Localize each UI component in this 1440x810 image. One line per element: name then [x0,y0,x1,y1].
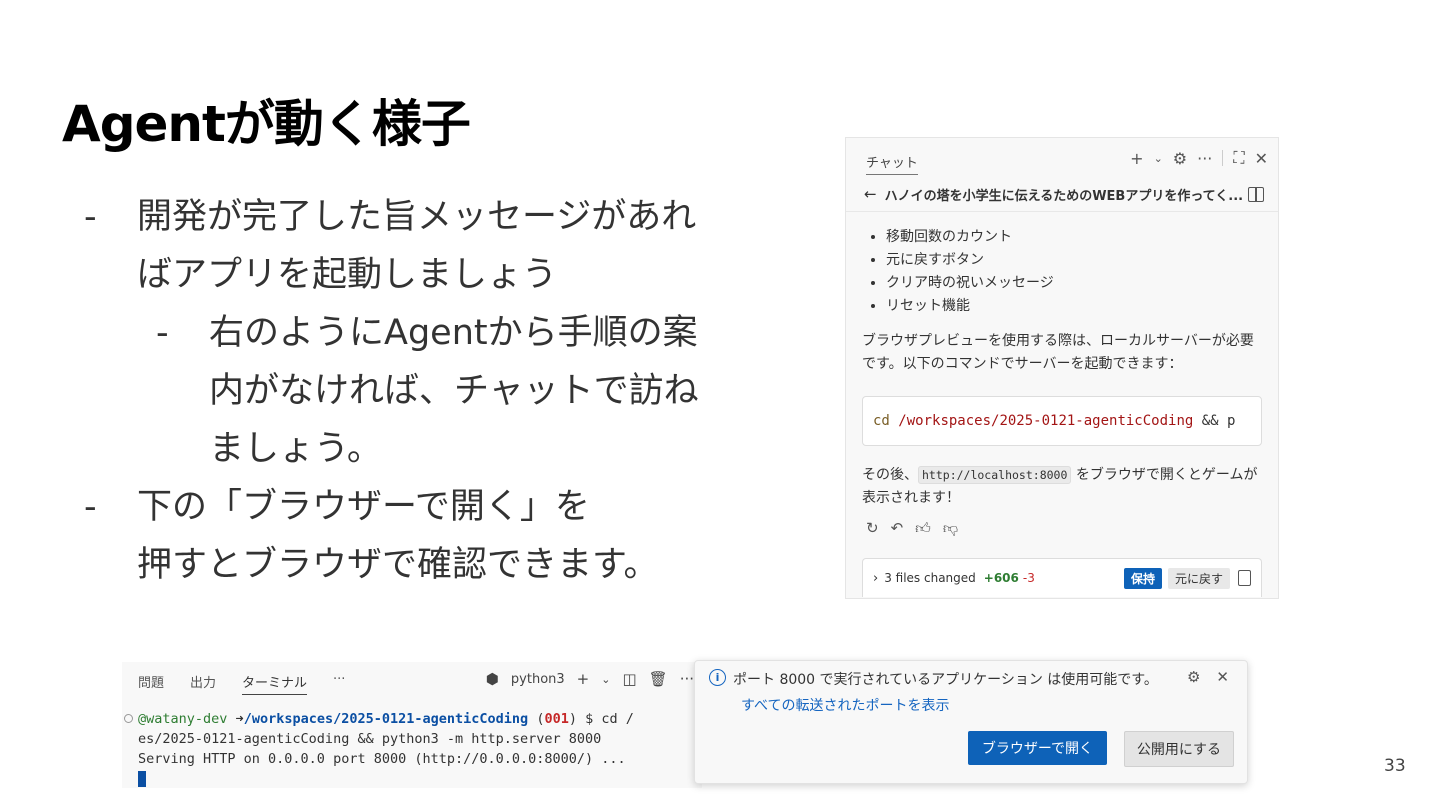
thumbs-up-icon[interactable]: 👍︎ [915,519,931,538]
chat-title-bar: ← ハノイの塔を小学生に伝えるためのWEBアプリを作ってく... [864,183,1264,205]
tab-problems[interactable]: 問題 [138,672,164,695]
lines-added: +606 [983,571,1019,585]
split-terminal-icon[interactable]: ◫ [622,670,636,688]
chat-title: ハノイの塔を小学生に伝えるためのWEBアプリを作ってく... [884,188,1244,204]
list-item: リセット機能 [886,295,1054,318]
terminal-output[interactable]: @watany-dev ➜/workspaces/2025-0121-agent… [138,709,634,788]
bullet-line: ましょう。 [209,429,382,469]
panel-tabs: 問題 出力 ターミナル ··· [138,672,345,695]
prompt-branch-close: ) [568,711,577,727]
document-icon[interactable] [1238,570,1251,586]
page-number: 33 [1384,756,1406,776]
keep-button[interactable]: 保持 [1123,567,1162,589]
divider [1222,150,1224,166]
bullet-line: 下の「ブラウザーで開く」を [137,487,590,527]
notification-message: ポート 8000 で実行されているアプリケーション は使用可能です。すべての転送… [733,667,1173,719]
chat-header: チャット + ⌄ ⚙ ··· ⛶ ✕ [846,138,1278,180]
chat-paragraph: その後、 http://localhost:8000 をブラウザで開くとゲームが表… [862,464,1260,510]
command-status-icon [124,714,133,723]
bullet-line: 押すとブラウザで確認できます。 [137,545,659,585]
bullet-dash: - [84,197,97,237]
code-block[interactable]: cd /workspaces/2025-0121-agenticCoding &… [862,396,1262,446]
more-tabs-icon[interactable]: ··· [333,672,345,695]
info-icon: i [709,669,726,686]
chat-paragraph: ブラウザプレビューを使用する際は、ローカルサーバーが必要です。以下のコマンドでサ… [862,333,1254,372]
plus-icon[interactable]: + [577,670,590,688]
bullet-line: 右のようにAgentから手順の案 [209,313,698,353]
close-icon[interactable]: ✕ [1255,149,1268,168]
close-icon[interactable]: ✕ [1216,668,1229,686]
forwarded-ports-link[interactable]: すべての転送されたポートを表示 [741,698,949,714]
python-icon: ⬢ [485,670,499,688]
tab-chat[interactable]: チャット [866,152,918,175]
gear-icon[interactable]: ⚙ [1173,149,1187,168]
terminal-line: @watany-dev ➜/workspaces/2025-0121-agent… [138,709,634,729]
gear-icon[interactable]: ⚙ [1187,668,1200,686]
files-changed-label: 3 files changed [884,571,976,585]
bullet-line: 内がなければ、チャットで訪ね [209,371,699,411]
port-notification: i ポート 8000 で実行されているアプリケーション は使用可能です。すべての… [694,660,1248,784]
undo-button[interactable]: 元に戻す [1167,567,1230,589]
chevron-down-icon[interactable]: ⌄ [1154,152,1163,165]
undo-icon[interactable]: ↶ [891,519,904,538]
tab-output[interactable]: 出力 [190,672,216,695]
list-item: 元に戻すボタン [886,249,1054,272]
bullet-line: ばアプリを起動しましょう [137,255,558,295]
code-rest: && p [1201,413,1236,429]
bullet-line: 開発が完了した旨メッセージがあれ [137,197,697,237]
tab-terminal[interactable]: ターミナル [242,672,308,695]
prompt-command: $ cd / [585,711,634,727]
lines-removed: -3 [1022,571,1035,585]
more-icon[interactable]: ··· [680,670,694,688]
bullet-item: - 開発が完了した旨メッセージがあれ ばアプリを起動しましょう [84,188,784,304]
terminal-shell-name[interactable]: python3 [511,672,565,687]
open-in-browser-button[interactable]: ブラウザーで開く [967,731,1107,765]
list-item: 移動回数のカウント [886,226,1054,249]
maximize-icon[interactable]: ⛶ [1233,148,1244,168]
split-panel-icon[interactable] [1248,186,1264,202]
trash-icon[interactable]: 🗑︎ [649,670,668,688]
terminal-line [138,769,634,788]
prompt-user: @watany-dev [138,711,228,727]
code-command: cd [873,413,890,429]
terminal-panel: 問題 出力 ターミナル ··· ⬢ python3 + ⌄ ◫ 🗑︎ ··· @… [122,662,702,788]
feedback-toolbar: ↻ ↶ 👍︎ 👎︎ [866,519,958,538]
terminal-cursor [138,771,146,787]
bullet-dash: - [156,313,169,353]
thumbs-down-icon[interactable]: 👎︎ [943,519,958,538]
terminal-line: es/2025-0121-agenticCoding && python3 -m… [138,731,602,747]
chat-text: その後、 [862,467,918,483]
prompt-arrow: ➜ [235,711,244,727]
more-icon[interactable]: ··· [1197,149,1212,168]
chevron-down-icon[interactable]: ⌄ [601,673,610,686]
notification-text: ポート 8000 で実行されているアプリケーション は使用可能です。 [733,672,1158,688]
prompt-branch: 001 [544,711,569,727]
plus-icon[interactable]: + [1130,149,1143,168]
bullet-item: - 下の「ブラウザーで開く」を 押すとブラウザで確認できます。 [84,478,784,594]
feature-list: 移動回数のカウント 元に戻すボタン クリア時の祝いメッセージ リセット機能 [870,226,1054,318]
code-path: /workspaces/2025-0121-agenticCoding [898,413,1194,429]
divider [846,211,1278,212]
bullet-dash: - [84,487,97,527]
files-changed-bar: › 3 files changed +606 -3 保持 元に戻す [862,558,1262,597]
terminal-toolbar: ⬢ python3 + ⌄ ◫ 🗑︎ ··· [486,670,694,688]
inline-code: http://localhost:8000 [918,466,1072,484]
chevron-right-icon[interactable]: › [873,571,878,586]
retry-icon[interactable]: ↻ [866,519,879,538]
terminal-line: Serving HTTP on 0.0.0.0 port 8000 (http:… [138,751,626,767]
chat-panel: チャット + ⌄ ⚙ ··· ⛶ ✕ ← ハノイの塔を小学生に伝えるためのWEB… [845,137,1279,599]
sub-bullet-item: - 右のようにAgentから手順の案 内がなければ、チャットで訪ね ましょう。 [84,304,784,478]
back-arrow-icon[interactable]: ← [864,185,877,203]
slide-title: Agentが動く様子 [62,95,471,153]
list-item: クリア時の祝いメッセージ [886,272,1054,295]
prompt-dir: /workspaces/2025-0121-agenticCoding [243,711,529,727]
bullet-list: - 開発が完了した旨メッセージがあれ ばアプリを起動しましょう - 右のようにA… [84,188,784,594]
make-public-button[interactable]: 公開用にする [1123,731,1234,767]
